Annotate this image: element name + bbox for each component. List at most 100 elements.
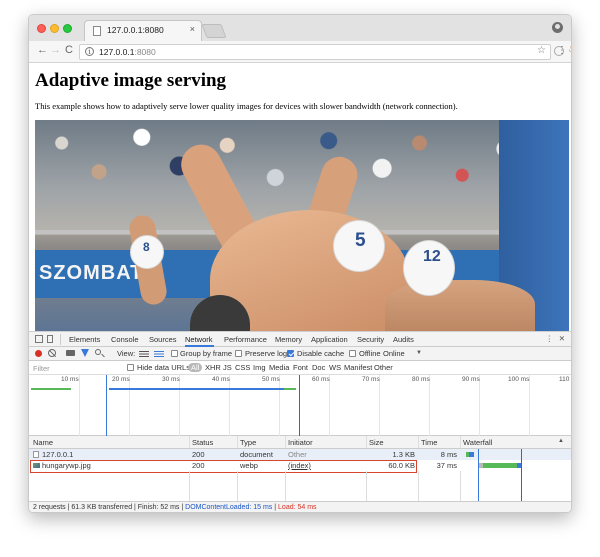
column-divider bbox=[418, 436, 419, 448]
hide-data-urls-checkbox[interactable] bbox=[127, 364, 134, 371]
filter-input[interactable] bbox=[33, 363, 119, 373]
type-filter-manifest[interactable]: Manifest bbox=[344, 363, 372, 372]
back-icon[interactable]: ← bbox=[37, 44, 48, 56]
column-time[interactable]: Time bbox=[421, 438, 437, 447]
tab-application[interactable]: Application bbox=[311, 335, 348, 344]
column-divider bbox=[237, 436, 238, 448]
overview-icon[interactable] bbox=[154, 351, 164, 357]
type-filter-other[interactable]: Other bbox=[374, 363, 393, 372]
type-filter-media[interactable]: Media bbox=[269, 363, 289, 372]
request-status: 200 bbox=[192, 450, 205, 459]
tab-performance[interactable]: Performance bbox=[224, 335, 267, 344]
forward-icon[interactable]: → bbox=[50, 44, 61, 56]
filter-icon[interactable] bbox=[81, 349, 89, 357]
group-by-frame-label: Group by frame bbox=[180, 349, 233, 358]
inspect-element-icon[interactable] bbox=[35, 335, 43, 343]
disable-cache-checkbox[interactable] bbox=[287, 350, 294, 357]
tab-memory[interactable]: Memory bbox=[275, 335, 302, 344]
waterfall-bar bbox=[483, 463, 517, 468]
column-initiator[interactable]: Initiator bbox=[288, 438, 313, 447]
browser-menu-icon[interactable]: ⋮ bbox=[557, 45, 567, 56]
type-filter-img[interactable]: Img bbox=[253, 363, 266, 372]
offline-checkbox[interactable] bbox=[349, 350, 356, 357]
record-icon[interactable] bbox=[35, 350, 42, 357]
cap-number: 12 bbox=[423, 248, 441, 265]
request-name: 127.0.0.1 bbox=[42, 450, 74, 459]
column-divider bbox=[366, 436, 367, 448]
type-filter-xhr[interactable]: XHR bbox=[205, 363, 221, 372]
page-content: Adaptive image serving This example show… bbox=[29, 64, 571, 331]
type-filter-all[interactable]: All bbox=[188, 363, 203, 372]
grid-line bbox=[529, 375, 530, 436]
column-waterfall[interactable]: Waterfall bbox=[463, 438, 492, 447]
column-divider bbox=[189, 436, 190, 448]
timeline-tick: 10 ms bbox=[61, 376, 79, 383]
tab-network[interactable]: Network bbox=[185, 335, 213, 344]
hide-data-urls-label: Hide data URLs bbox=[137, 363, 190, 372]
close-window-button[interactable] bbox=[37, 24, 46, 33]
network-toolbar: View: Group by frame Preserve log Disabl… bbox=[29, 347, 571, 361]
document-icon bbox=[33, 451, 39, 458]
tab-audits[interactable]: Audits bbox=[393, 335, 414, 344]
tab-close-icon[interactable]: × bbox=[190, 24, 195, 34]
tab-elements[interactable]: Elements bbox=[69, 335, 100, 344]
column-name[interactable]: Name bbox=[33, 438, 53, 447]
type-filter-js[interactable]: JS bbox=[223, 363, 232, 372]
browser-toolbar: ← → C i 127.0.0.1:8080 ☆ ♨ ⋮ bbox=[29, 41, 571, 63]
load-marker bbox=[299, 375, 300, 436]
minimize-window-button[interactable] bbox=[50, 24, 59, 33]
clear-icon[interactable] bbox=[48, 349, 56, 357]
column-divider bbox=[285, 471, 286, 501]
device-toolbar-icon[interactable] bbox=[47, 335, 53, 343]
document-icon bbox=[93, 26, 101, 36]
overview-request-bar bbox=[109, 388, 284, 390]
type-filter-doc[interactable]: Doc bbox=[312, 363, 325, 372]
url-text[interactable]: 127.0.0.1:8080 bbox=[99, 47, 156, 57]
browser-tab[interactable]: 127.0.0.1:8080 × bbox=[84, 20, 202, 41]
water-polo-photo: SZOMBAT 5 8 12 bbox=[35, 120, 569, 331]
grid-line bbox=[429, 375, 430, 436]
type-filter-ws[interactable]: WS bbox=[329, 363, 341, 372]
status-load: Load: 54 ms bbox=[278, 504, 317, 511]
preserve-log-checkbox[interactable] bbox=[235, 350, 242, 357]
timeline-tick: 40 ms bbox=[212, 376, 230, 383]
waterfall-bar bbox=[469, 452, 474, 457]
search-icon[interactable] bbox=[95, 349, 101, 355]
tab-console[interactable]: Console bbox=[111, 335, 139, 344]
column-divider bbox=[418, 471, 419, 501]
more-options-icon[interactable]: ⋮ bbox=[546, 334, 554, 343]
dom-content-loaded-line bbox=[478, 449, 479, 501]
column-type[interactable]: Type bbox=[240, 438, 256, 447]
address-bar[interactable]: i 127.0.0.1:8080 ☆ bbox=[79, 44, 551, 60]
type-filter-font[interactable]: Font bbox=[293, 363, 308, 372]
group-by-frame-checkbox[interactable] bbox=[171, 350, 178, 357]
column-size[interactable]: Size bbox=[369, 438, 384, 447]
reload-icon[interactable]: C bbox=[65, 44, 73, 56]
timeline-tick: 100 ms bbox=[508, 376, 530, 383]
new-tab-button[interactable] bbox=[201, 24, 227, 38]
maximize-window-button[interactable] bbox=[63, 24, 72, 33]
bookmark-star-icon[interactable]: ☆ bbox=[537, 45, 546, 56]
column-status[interactable]: Status bbox=[192, 438, 213, 447]
tab-sources[interactable]: Sources bbox=[149, 335, 177, 344]
request-time: 37 ms bbox=[436, 461, 457, 470]
chevron-down-icon[interactable]: ▼ bbox=[416, 350, 422, 356]
sort-ascending-icon[interactable]: ▲ bbox=[558, 438, 564, 444]
type-filter-css[interactable]: CSS bbox=[235, 363, 250, 372]
network-overview[interactable]: 10 ms 20 ms 30 ms 40 ms 50 ms 60 ms 70 m… bbox=[29, 375, 571, 436]
info-icon[interactable]: i bbox=[85, 47, 94, 56]
request-size: 1.3 KB bbox=[392, 450, 415, 459]
table-row[interactable]: 127.0.0.1 200 document Other 1.3 KB 8 ms bbox=[29, 449, 571, 460]
grid-line bbox=[479, 375, 480, 436]
browser-window: 127.0.0.1:8080 × ← → C i 127.0.0.1:8080 … bbox=[28, 14, 572, 513]
throttling-select[interactable]: Online bbox=[383, 349, 405, 358]
status-requests: 2 requests | 61.3 KB transferred | Finis… bbox=[33, 504, 186, 511]
screenshot-camera-icon[interactable] bbox=[66, 350, 75, 356]
close-devtools-icon[interactable]: ✕ bbox=[559, 334, 565, 343]
grid-line bbox=[79, 375, 80, 436]
grid-line bbox=[129, 375, 130, 436]
extension-flame-icon[interactable]: ♨ bbox=[568, 44, 571, 55]
profile-icon[interactable] bbox=[552, 22, 563, 33]
tab-security[interactable]: Security bbox=[357, 335, 384, 344]
large-rows-icon[interactable] bbox=[139, 351, 149, 357]
